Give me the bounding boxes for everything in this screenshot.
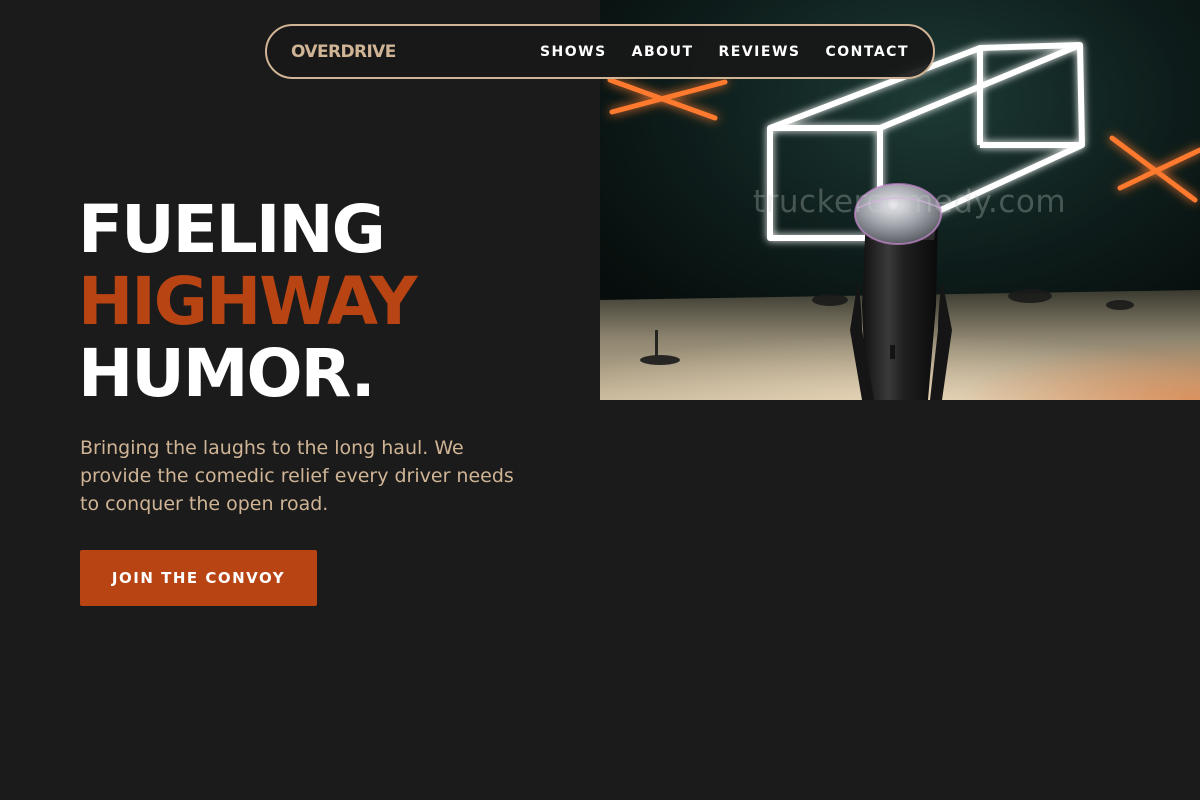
- brand-logo[interactable]: OVERDRIVE: [291, 42, 396, 62]
- headline-line-2: HIGHWAY: [78, 263, 418, 340]
- nav-links: SHOWS ABOUT REVIEWS CONTACT: [540, 44, 909, 60]
- headline-line-1: FUELING: [78, 191, 386, 268]
- nav-link-shows[interactable]: SHOWS: [540, 44, 607, 60]
- hero-headline: FUELING HIGHWAY HUMOR.: [78, 191, 418, 412]
- nav-link-about[interactable]: ABOUT: [632, 44, 694, 60]
- headline-line-3: HUMOR.: [78, 335, 376, 412]
- join-the-convoy-button[interactable]: JOIN THE CONVOY: [80, 550, 317, 606]
- hero-subtext: Bringing the laughs to the long haul. We…: [80, 437, 514, 515]
- nav-link-reviews[interactable]: REVIEWS: [719, 44, 801, 60]
- page: truckercomedy.com OVERDRIVE SHOWS ABOUT …: [0, 0, 1200, 800]
- nav-link-contact[interactable]: CONTACT: [825, 44, 909, 60]
- image-watermark: truckercomedy.com: [753, 184, 1067, 220]
- navbar: OVERDRIVE SHOWS ABOUT REVIEWS CONTACT: [265, 24, 935, 79]
